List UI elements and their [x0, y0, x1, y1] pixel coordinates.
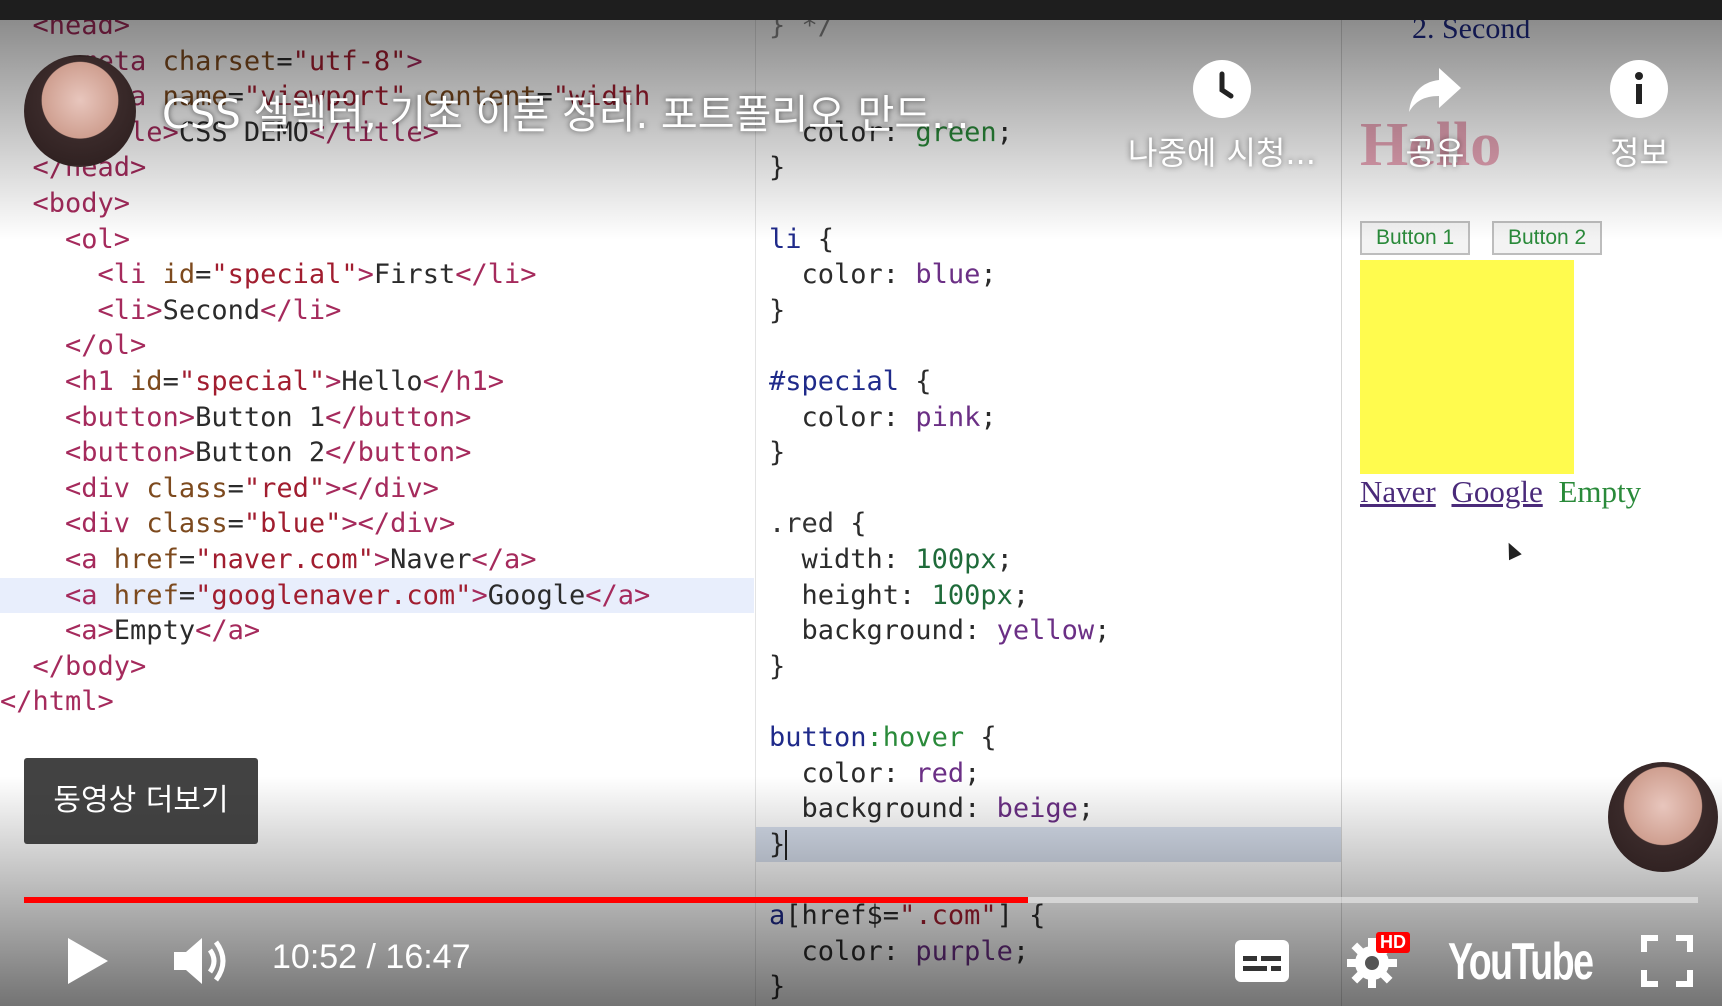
youtube-logo[interactable]: YouTube	[1448, 932, 1594, 992]
share-icon	[1405, 60, 1465, 118]
code-line: <button>Button 1</button>	[0, 401, 472, 433]
code-line: width: 100px;	[769, 544, 1013, 575]
text-cursor	[785, 830, 788, 861]
code-line: height: 100px;	[769, 579, 1030, 611]
code-line: }	[769, 437, 786, 469]
mouse-pointer-icon	[1502, 539, 1522, 561]
clock-icon	[1192, 60, 1251, 118]
code-line: color: pink;	[769, 401, 997, 433]
output-list-item: 2. Second	[1412, 20, 1531, 45]
code-line: button:hover {	[769, 722, 997, 753]
html-editor-pane: <head> <meta charset="utf-8"> <meta name…	[0, 20, 754, 1006]
player-controls: 10:52 / 16:47 YouTube	[0, 920, 1722, 1006]
play-icon[interactable]	[62, 934, 112, 992]
code-line: </body>	[0, 650, 147, 682]
code-line: </html>	[0, 686, 114, 718]
hd-badge: HD	[1376, 932, 1410, 953]
code-line: } */	[769, 20, 835, 41]
info-icon	[1610, 60, 1669, 118]
code-line: <div class="red"></div>	[0, 472, 439, 504]
code-line: <body>	[0, 188, 131, 219]
code-line: <div class="blue"></div>	[0, 508, 456, 540]
subtitles-icon[interactable]	[1233, 938, 1291, 988]
output-link-google[interactable]: Google	[1451, 474, 1542, 509]
output-button-1[interactable]: Button 1	[1360, 221, 1471, 255]
code-line-highlighted: <a href="googlenaver.com">Google</a>	[0, 577, 754, 614]
output-link-naver[interactable]: Naver	[1360, 474, 1436, 509]
info-label: 정보	[1610, 134, 1669, 172]
code-line: color: blue;	[769, 259, 997, 291]
channel-avatar[interactable]	[24, 55, 136, 167]
code-line: <a href="naver.com">Naver</a>	[0, 544, 537, 575]
code-line: <a>Empty</a>	[0, 615, 261, 647]
output-red-div	[1360, 260, 1574, 474]
code-line: }	[769, 294, 786, 326]
fullscreen-icon[interactable]	[1640, 934, 1694, 992]
code-line: </ol>	[0, 330, 147, 362]
progress-bar[interactable]	[24, 897, 1698, 903]
volume-icon[interactable]	[170, 932, 232, 994]
more-videos-button[interactable]: 동영상 더보기	[24, 758, 258, 844]
video-title[interactable]: CSS 셀렉터, 기초 이론 정리. 포트폴리오 만드...	[162, 82, 969, 140]
code-line: }	[769, 650, 786, 682]
info-button[interactable]: 정보	[1610, 60, 1669, 174]
code-line-active: }	[756, 826, 1341, 863]
output-link-empty: Empty	[1558, 474, 1642, 509]
code-line: background: yellow;	[769, 615, 1111, 647]
share-label: 공유	[1405, 134, 1465, 172]
code-line: <button>Button 2</button>	[0, 437, 472, 469]
share-button[interactable]: 공유	[1405, 60, 1465, 174]
channel-watermark-avatar[interactable]	[1608, 762, 1718, 872]
output-button-2[interactable]: Button 2	[1492, 221, 1603, 255]
code-line: <head>	[0, 20, 131, 41]
output-links: Naver Google Empty	[1360, 474, 1649, 510]
watch-later-button[interactable]: 나중에 시청...	[1128, 60, 1316, 174]
code-line: <li>Second</li>	[0, 294, 342, 326]
code-line: <ol>	[0, 223, 131, 255]
code-line: <h1 id="special">Hello</h1>	[0, 366, 504, 397]
code-line: .red {	[769, 508, 867, 540]
time-display: 10:52 / 16:47	[272, 938, 471, 976]
code-line: <li id="special">First</li>	[0, 259, 537, 291]
code-line: li {	[769, 223, 835, 255]
code-line: color: red;	[769, 757, 981, 789]
watch-later-label: 나중에 시청...	[1128, 134, 1316, 172]
progress-bar-played	[24, 897, 1029, 903]
code-line: background: beige;	[769, 793, 1095, 825]
code-line: #special {	[769, 366, 932, 397]
